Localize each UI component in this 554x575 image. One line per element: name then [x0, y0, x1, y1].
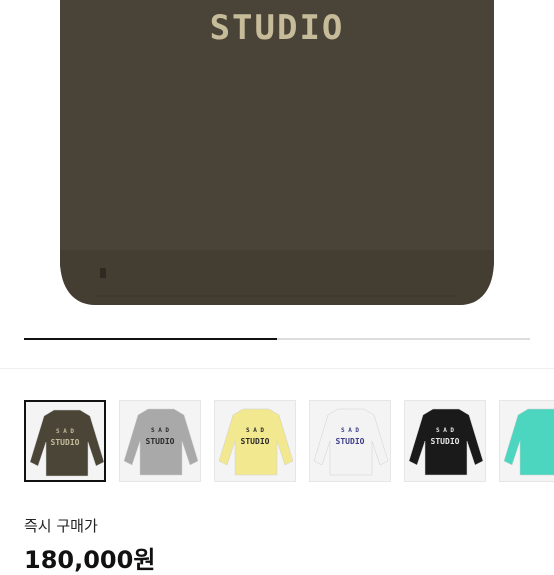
- thumbnail-mint[interactable]: [499, 400, 554, 482]
- sweatshirt-illustration: [60, 0, 494, 305]
- thumbnail-print-text: STUDIO: [145, 437, 175, 446]
- gallery-progress-bar: [24, 338, 530, 340]
- thumbnail-print-text: S A D: [435, 427, 455, 434]
- product-hero-image[interactable]: STUDIO: [0, 0, 554, 336]
- thumbnail-brown[interactable]: S A D STUDIO: [24, 400, 106, 482]
- thumbnail-print-text: STUDIO: [240, 437, 270, 446]
- thumbnail-print-text: STUDIO: [50, 438, 80, 447]
- sweatshirt-thumbnail-icon: [503, 408, 554, 476]
- thumbnail-print-text: S A D: [55, 428, 75, 435]
- thumbnail-print-text: S A D: [340, 427, 360, 434]
- thumbnail-yellow[interactable]: S A D STUDIO: [214, 400, 296, 482]
- hero-print-text: STUDIO: [209, 8, 345, 48]
- gallery-progress-fill: [24, 338, 277, 340]
- thumbnail-print-text: S A D: [150, 427, 170, 434]
- thumbnail-print-text: STUDIO: [430, 437, 460, 446]
- instant-buy-price: 180,000원: [24, 546, 156, 574]
- thumbnail-gray[interactable]: S A D STUDIO: [119, 400, 201, 482]
- thumbnail-print-text: STUDIO: [335, 437, 365, 446]
- thumbnail-print-text: S A D: [245, 427, 265, 434]
- instant-buy-label: 즉시 구매가: [24, 517, 98, 535]
- thumbnail-black[interactable]: S A D STUDIO: [404, 400, 486, 482]
- section-divider: [0, 368, 554, 369]
- thumbnail-white[interactable]: S A D STUDIO: [309, 400, 391, 482]
